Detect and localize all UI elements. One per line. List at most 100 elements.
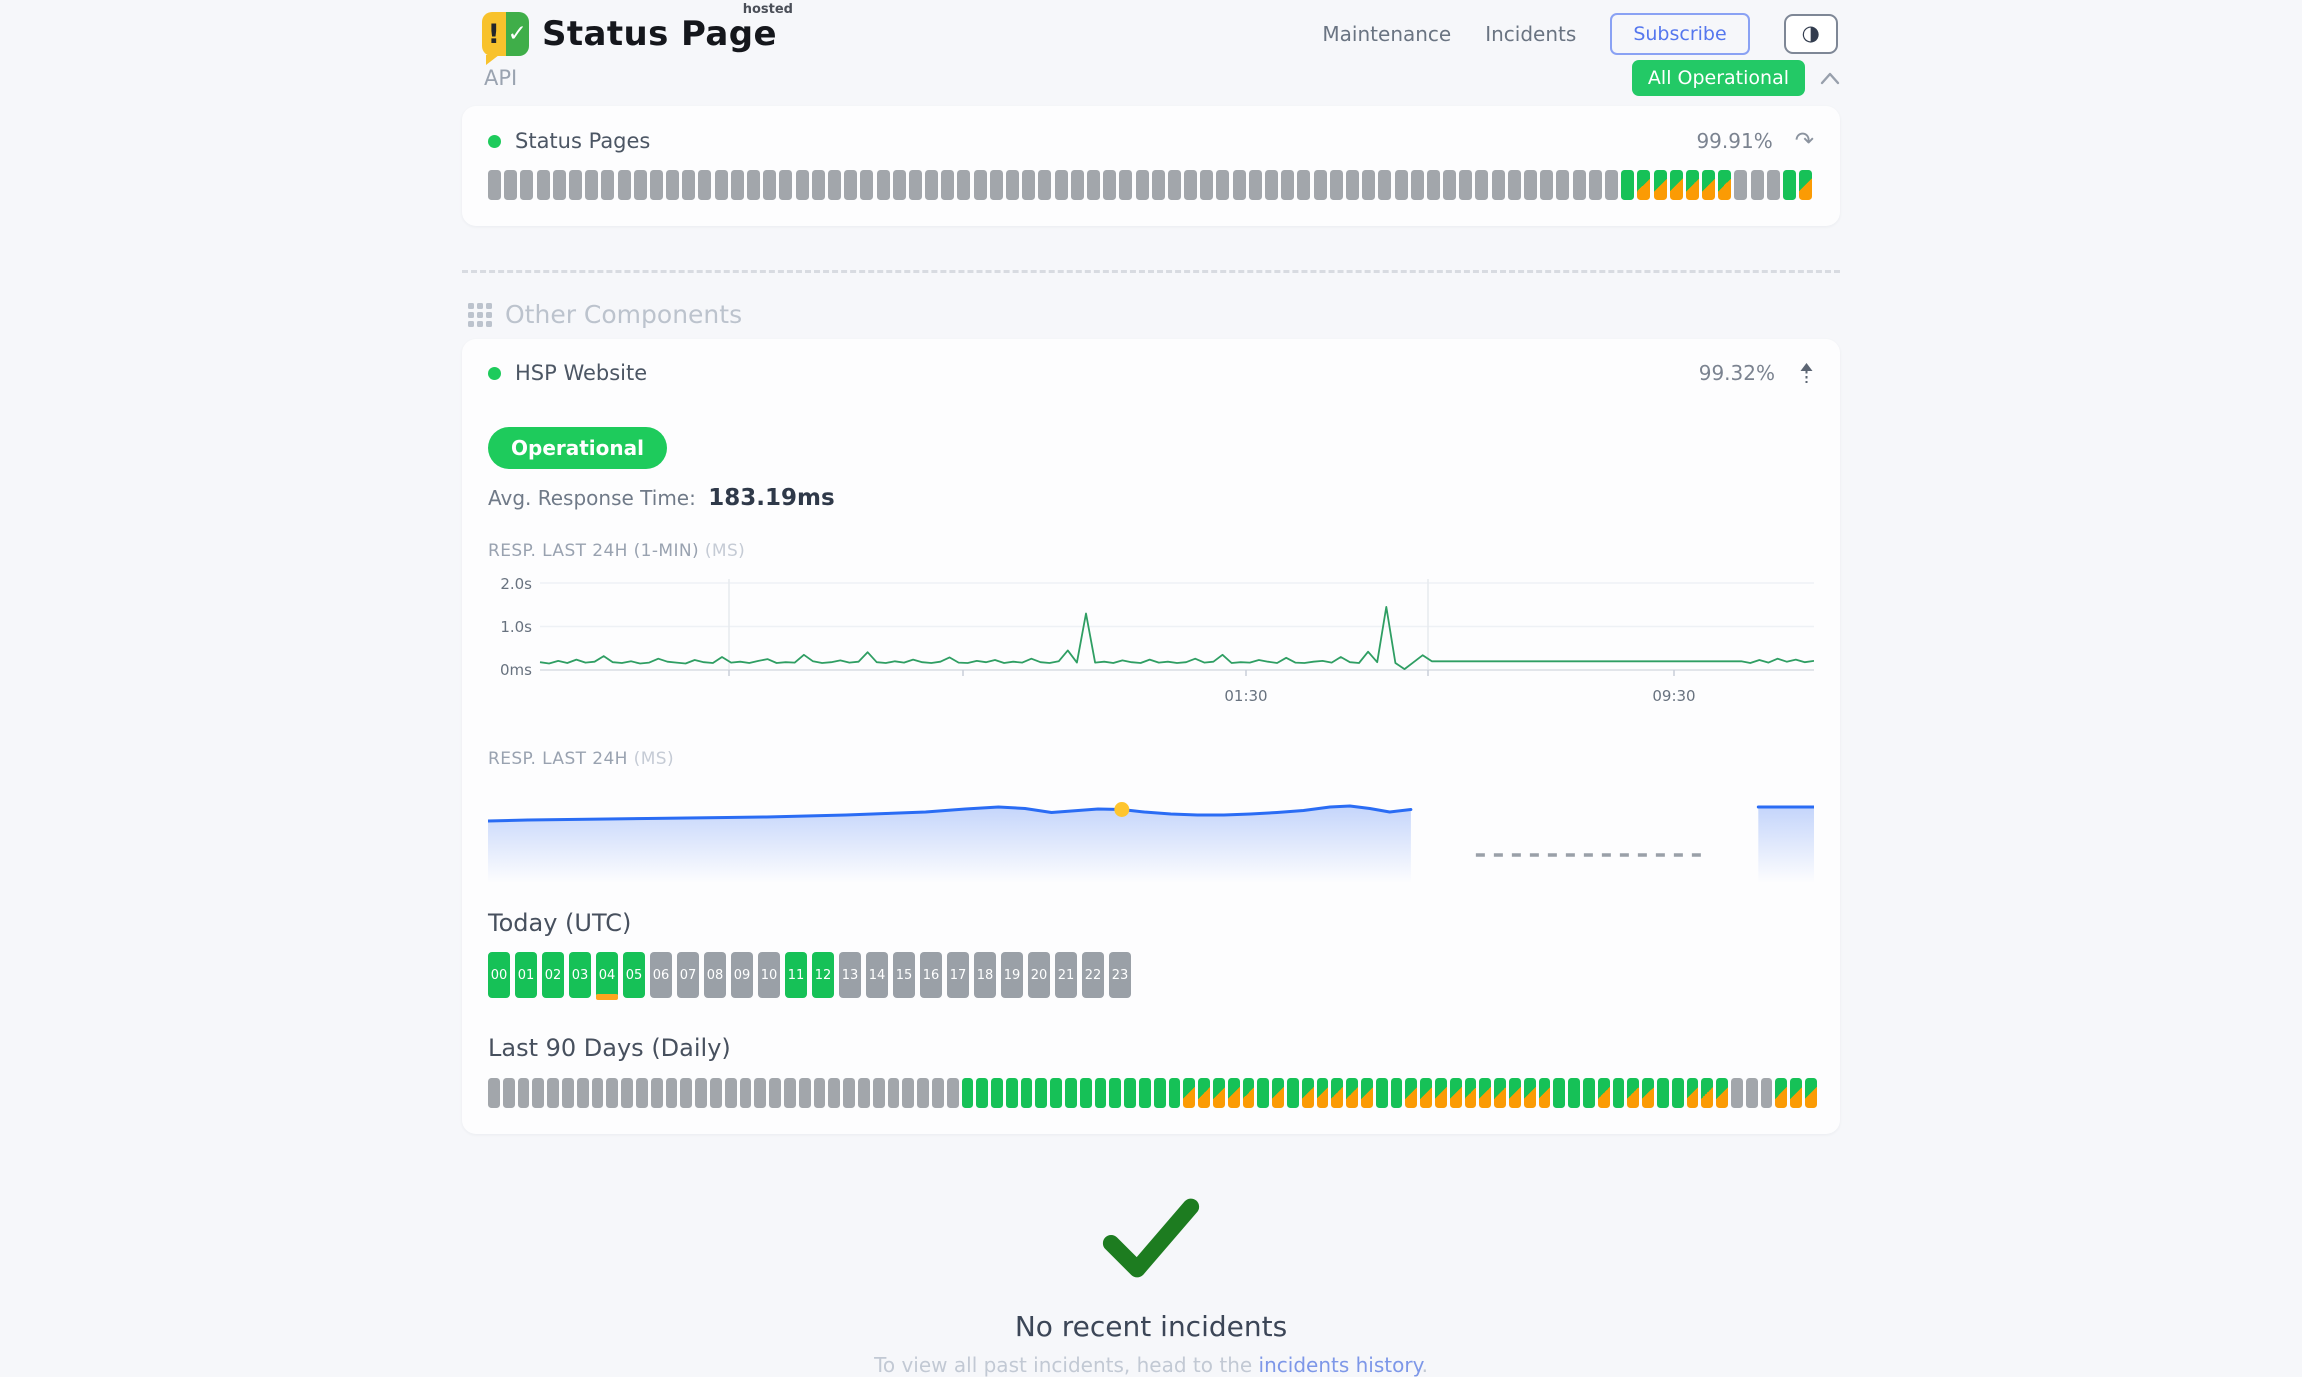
uptime-bar[interactable] xyxy=(1435,1078,1447,1108)
uptime-bar[interactable] xyxy=(828,170,841,200)
incidents-history-link[interactable]: incidents history xyxy=(1259,1353,1422,1377)
uptime-bar[interactable] xyxy=(843,1078,855,1108)
hour-cell-03[interactable]: 03 xyxy=(569,952,591,998)
uptime-bar[interactable] xyxy=(1686,170,1699,200)
hour-cell-08[interactable]: 08 xyxy=(704,952,726,998)
uptime-bar[interactable] xyxy=(618,170,631,200)
uptime-bar[interactable] xyxy=(1006,170,1019,200)
uptime-bar[interactable] xyxy=(1095,1078,1107,1108)
uptime-bar[interactable] xyxy=(1450,1078,1462,1108)
uptime-bar[interactable] xyxy=(784,1078,796,1108)
hour-cell-22[interactable]: 22 xyxy=(1082,952,1104,998)
hour-cell-19[interactable]: 19 xyxy=(1001,952,1023,998)
uptime-bar[interactable] xyxy=(976,1078,988,1108)
uptime-bar[interactable] xyxy=(621,1078,633,1108)
uptime-bar[interactable] xyxy=(1465,1078,1477,1108)
uptime-bar[interactable] xyxy=(799,1078,811,1108)
uptime-bar[interactable] xyxy=(1411,170,1424,200)
uptime-bar[interactable] xyxy=(1573,170,1586,200)
uptime-bar[interactable] xyxy=(1701,1078,1713,1108)
uptime-bar[interactable] xyxy=(1080,1078,1092,1108)
uptime-bar[interactable] xyxy=(1805,1078,1817,1108)
uptime-bar[interactable] xyxy=(828,1078,840,1108)
uptime-bar[interactable] xyxy=(779,170,792,200)
uptime-bar[interactable] xyxy=(1783,170,1796,200)
hour-cell-01[interactable]: 01 xyxy=(515,952,537,998)
uptime-bar[interactable] xyxy=(1605,170,1618,200)
hour-cell-07[interactable]: 07 xyxy=(677,952,699,998)
uptime-bar[interactable] xyxy=(1642,1078,1654,1108)
uptime-bar[interactable] xyxy=(650,170,663,200)
uptime-bar[interactable] xyxy=(1272,1078,1284,1108)
uptime-bar[interactable] xyxy=(1065,1078,1077,1108)
uptime-bar[interactable] xyxy=(680,1078,692,1108)
uptime-bar[interactable] xyxy=(1281,170,1294,200)
uptime-bar[interactable] xyxy=(1556,170,1569,200)
component-row-hsp-website[interactable]: HSP Website 99.32% xyxy=(488,361,1814,385)
uptime-bar[interactable] xyxy=(1621,170,1634,200)
uptime-bar[interactable] xyxy=(1119,170,1132,200)
uptime-bar[interactable] xyxy=(1718,170,1731,200)
uptime-bar[interactable] xyxy=(1405,1078,1417,1108)
uptime-bar[interactable] xyxy=(592,1078,604,1108)
uptime-bar[interactable] xyxy=(1168,170,1181,200)
uptime-bar[interactable] xyxy=(844,170,857,200)
chevron-up-icon[interactable] xyxy=(1820,72,1840,85)
uptime-bar[interactable] xyxy=(682,170,695,200)
hour-cell-13[interactable]: 13 xyxy=(839,952,861,998)
uptime-bar[interactable] xyxy=(1731,1078,1743,1108)
uptime-bar[interactable] xyxy=(1169,1078,1181,1108)
uptime-bar[interactable] xyxy=(1524,1078,1536,1108)
uptime-bar[interactable] xyxy=(698,170,711,200)
hour-cell-15[interactable]: 15 xyxy=(893,952,915,998)
uptime-bar[interactable] xyxy=(1589,170,1602,200)
hour-cell-12[interactable]: 12 xyxy=(812,952,834,998)
nav-maintenance[interactable]: Maintenance xyxy=(1322,22,1451,46)
uptime-bar[interactable] xyxy=(547,1078,559,1108)
uptime-bar[interactable] xyxy=(991,1078,1003,1108)
uptime-bar[interactable] xyxy=(1459,170,1472,200)
hour-cell-21[interactable]: 21 xyxy=(1055,952,1077,998)
uptime-bar[interactable] xyxy=(651,1078,663,1108)
subscribe-button[interactable]: Subscribe xyxy=(1610,13,1749,55)
uptime-bar[interactable] xyxy=(577,1078,589,1108)
uptime-bar[interactable] xyxy=(1139,1078,1151,1108)
uptime-bar[interactable] xyxy=(1767,170,1780,200)
refresh-icon[interactable]: ↷ xyxy=(1795,128,1814,154)
uptime-bar[interactable] xyxy=(1553,1078,1565,1108)
uptime-bar[interactable] xyxy=(1233,170,1246,200)
hour-cell-18[interactable]: 18 xyxy=(974,952,996,998)
uptime-bar[interactable] xyxy=(917,1078,929,1108)
uptime-bar[interactable] xyxy=(1702,170,1715,200)
uptime-bar[interactable] xyxy=(888,1078,900,1108)
uptime-bar[interactable] xyxy=(1302,1078,1314,1108)
uptime-bar[interactable] xyxy=(1775,1078,1787,1108)
uptime-bar[interactable] xyxy=(1200,170,1213,200)
uptime-bar[interactable] xyxy=(1216,170,1229,200)
hour-cell-10[interactable]: 10 xyxy=(758,952,780,998)
uptime-bar[interactable] xyxy=(634,170,647,200)
uptime-bar[interactable] xyxy=(1297,170,1310,200)
hour-cell-02[interactable]: 02 xyxy=(542,952,564,998)
uptime-bar[interactable] xyxy=(1050,1078,1062,1108)
uptime-bar[interactable] xyxy=(990,170,1003,200)
uptime-bar[interactable] xyxy=(1022,170,1035,200)
uptime-bar[interactable] xyxy=(488,1078,500,1108)
uptime-bar[interactable] xyxy=(666,170,679,200)
uptime-bar[interactable] xyxy=(1287,1078,1299,1108)
uptime-bar[interactable] xyxy=(1378,170,1391,200)
uptime-bar[interactable] xyxy=(1152,170,1165,200)
uptime-bar[interactable] xyxy=(873,1078,885,1108)
uptime-bar[interactable] xyxy=(1391,1078,1403,1108)
hour-cell-05[interactable]: 05 xyxy=(623,952,645,998)
uptime-bar[interactable] xyxy=(1257,1078,1269,1108)
uptime-bar[interactable] xyxy=(932,1078,944,1108)
uptime-bar[interactable] xyxy=(769,1078,781,1108)
uptime-bar[interactable] xyxy=(1035,1078,1047,1108)
all-operational-badge[interactable]: All Operational xyxy=(1632,60,1805,96)
component-row-status-pages[interactable]: Status Pages 99.91% ↷ xyxy=(488,128,1814,154)
uptime-bar[interactable] xyxy=(1243,1078,1255,1108)
uptime-bar[interactable] xyxy=(1362,170,1375,200)
uptime-bar[interactable] xyxy=(1583,1078,1595,1108)
uptime-bar[interactable] xyxy=(893,170,906,200)
